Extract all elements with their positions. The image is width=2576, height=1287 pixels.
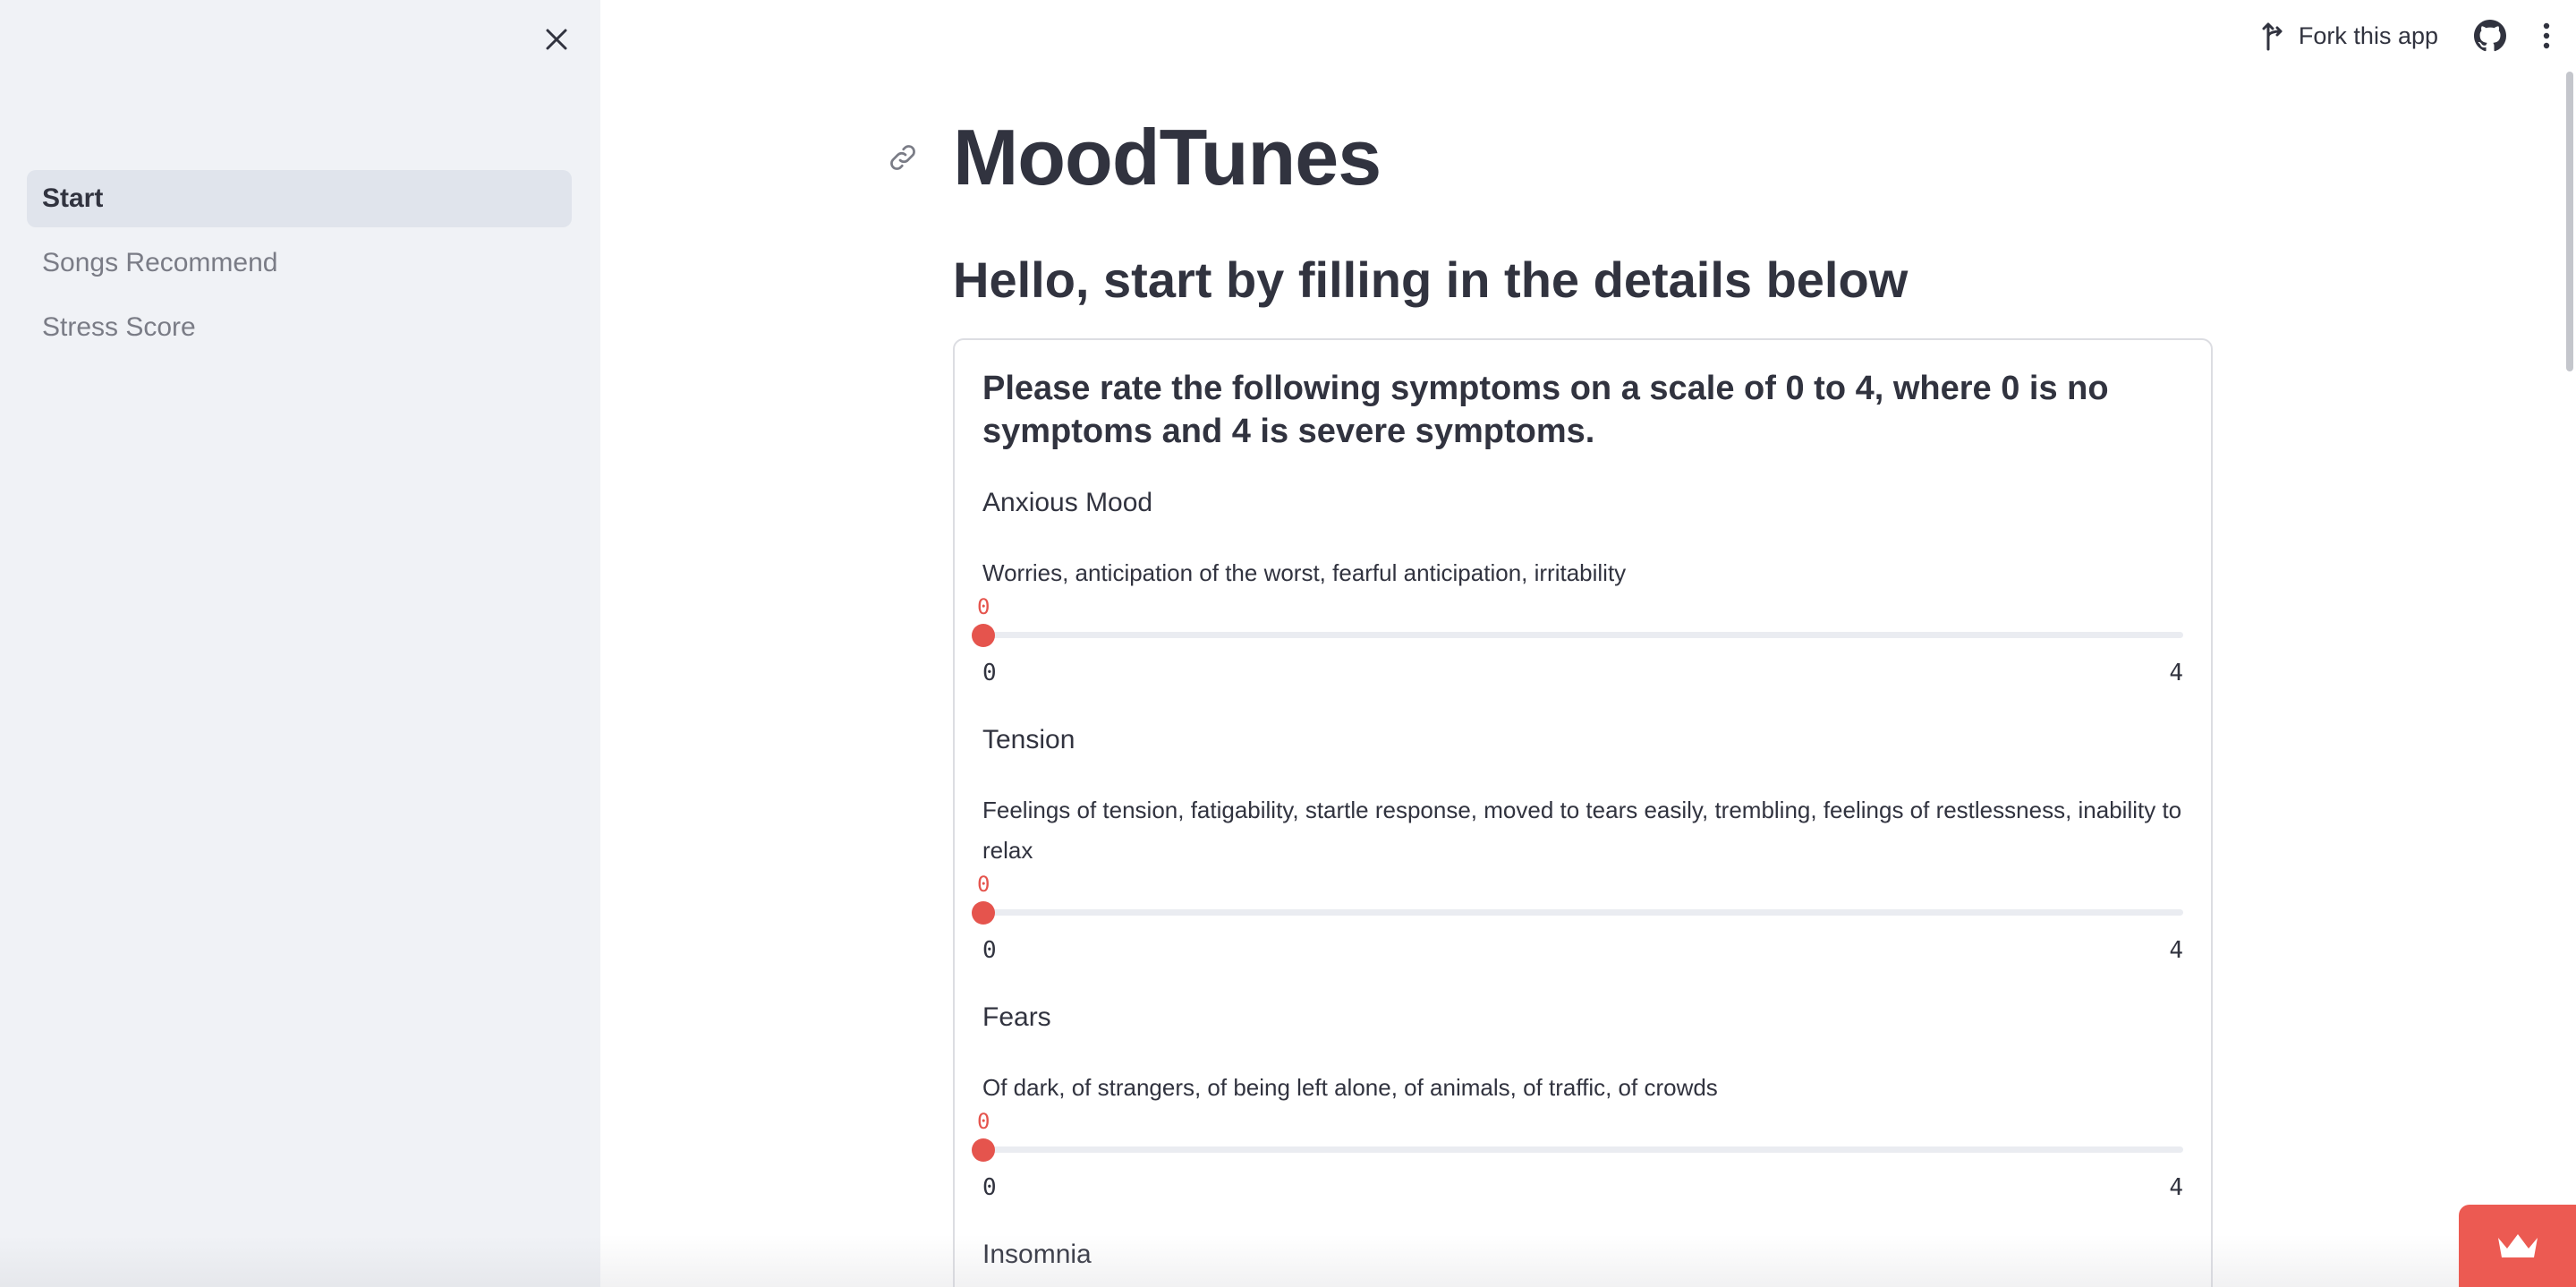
slider-max: 4 (2169, 937, 2183, 964)
slider-max: 4 (2169, 660, 2183, 686)
symptom-block: Tension Feelings of tension, fatigabilit… (972, 722, 2183, 964)
slider-min: 0 (982, 1174, 997, 1201)
kebab-menu-icon (2543, 22, 2550, 49)
close-icon (546, 29, 567, 50)
slider-max: 4 (2169, 1174, 2183, 1201)
symptom-block: Fears Of dark, of strangers, of being le… (972, 1000, 2183, 1201)
slider-thumb[interactable] (972, 901, 995, 925)
slider-min: 0 (982, 937, 997, 964)
page-subtitle: Hello, start by filling in the details b… (953, 251, 1909, 308)
crown-icon (2497, 1234, 2538, 1257)
github-button[interactable] (2474, 20, 2506, 52)
streamlit-badge-button[interactable] (2459, 1205, 2576, 1287)
fears-slider[interactable] (972, 1137, 2183, 1162)
sidebar-item-stress-score[interactable]: Stress Score (27, 299, 572, 356)
slider-range: 0 4 (982, 1174, 2183, 1201)
sidebar-item-songs-recommend[interactable]: Songs Recommend (27, 234, 572, 292)
header-toolbar: Fork this app (2261, 0, 2576, 72)
slider-current-value: 0 (977, 872, 990, 897)
symptom-name: Fears (982, 1002, 1051, 1032)
slider-current-value: 0 (977, 594, 990, 619)
symptom-form: Please rate the following symptoms on a … (953, 338, 2213, 1287)
slider-track[interactable] (982, 1146, 2183, 1153)
fork-icon (2262, 22, 2283, 51)
page-title: MoodTunes (953, 113, 1382, 201)
slider-current-value: 0 (977, 1109, 990, 1134)
link-icon (890, 145, 915, 170)
slider-thumb[interactable] (972, 1138, 995, 1162)
form-heading: Please rate the following symptoms on a … (982, 370, 2109, 450)
github-icon (2474, 20, 2506, 52)
symptom-block: Anxious Mood Worries, anticipation of th… (972, 485, 2183, 686)
scrollbar-thumb[interactable] (2566, 72, 2573, 371)
symptom-description: Worries, anticipation of the worst, fear… (982, 559, 1627, 586)
title-row: MoodTunes (881, 112, 1382, 203)
sidebar-nav: Start Songs Recommend Stress Score (27, 170, 572, 363)
symptom-block: Insomnia (982, 1237, 2183, 1273)
slider-range: 0 4 (982, 660, 2183, 686)
symptom-description: Feelings of tension, fatigability, start… (982, 797, 2182, 864)
slider-range: 0 4 (982, 937, 2183, 964)
symptom-name: Insomnia (982, 1240, 1092, 1269)
sidebar-item-start[interactable]: Start (27, 170, 572, 227)
slider-track[interactable] (982, 632, 2183, 638)
sidebar-item-label: Stress Score (42, 312, 196, 342)
symptom-name: Tension (982, 725, 1075, 754)
close-sidebar-button[interactable] (537, 20, 576, 59)
slider-thumb[interactable] (972, 624, 995, 647)
sidebar-item-label: Songs Recommend (42, 248, 278, 277)
main-menu-button[interactable] (2542, 22, 2551, 49)
slider-min: 0 (982, 660, 997, 686)
symptom-name: Anxious Mood (982, 488, 1153, 517)
sidebar: Start Songs Recommend Stress Score (0, 0, 600, 1287)
slider-track[interactable] (982, 909, 2183, 916)
fork-app-button[interactable]: Fork this app (2261, 21, 2438, 51)
tension-slider[interactable] (972, 899, 2183, 925)
anchor-link[interactable] (881, 136, 924, 179)
sidebar-item-label: Start (42, 183, 104, 213)
anxious-mood-slider[interactable] (972, 622, 2183, 647)
symptom-description: Of dark, of strangers, of being left alo… (982, 1074, 1718, 1101)
fork-app-label: Fork this app (2298, 21, 2438, 49)
